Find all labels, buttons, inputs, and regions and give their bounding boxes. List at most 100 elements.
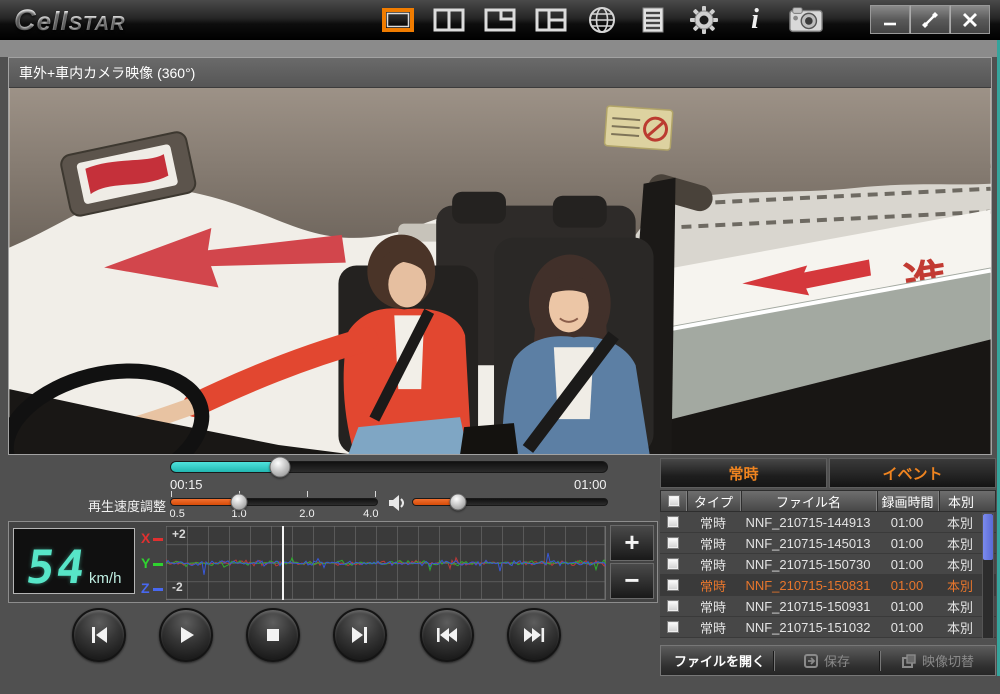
scrollbar-thumb[interactable] bbox=[983, 514, 993, 560]
speed-unit: km/h bbox=[89, 570, 122, 587]
switch-video-button[interactable]: 映像切替 bbox=[880, 646, 995, 675]
speed-adjust-label: 再生速度調整 bbox=[88, 496, 166, 515]
video-title: 車外+車内カメラ映像 (360°) bbox=[9, 58, 991, 88]
table-row[interactable]: 常時 NNF_210715-150730 01:00 本別 bbox=[660, 554, 996, 575]
axis-y-dash bbox=[153, 563, 163, 566]
logo-text: C bbox=[14, 4, 37, 37]
save-button[interactable]: 保存 bbox=[774, 646, 879, 675]
window-controls bbox=[870, 5, 990, 34]
speed-tick bbox=[171, 491, 172, 497]
seek-handle[interactable] bbox=[270, 457, 291, 478]
file-table: タイプ ファイル名 録画時間 本別 常時 NNF_210715-144913 0… bbox=[660, 490, 996, 638]
row-checkbox[interactable] bbox=[667, 537, 679, 549]
table-row[interactable]: 常時 NNF_210715-150931 01:00 本別 bbox=[660, 596, 996, 617]
row-duration: 01:00 bbox=[876, 575, 938, 595]
volume-icon bbox=[388, 494, 408, 517]
file-tabs: 常時 イベント bbox=[660, 458, 996, 488]
minimize-button[interactable] bbox=[870, 5, 910, 34]
close-button[interactable] bbox=[950, 5, 990, 34]
speed-tick-label: 0.5 bbox=[170, 508, 185, 520]
video-player[interactable]: 進 bbox=[9, 88, 991, 454]
dual-view-button[interactable] bbox=[431, 5, 467, 35]
table-row[interactable]: 常時 NNF_210715-145013 01:00 本別 bbox=[660, 533, 996, 554]
row-filename: NNF_210715-150931 bbox=[740, 596, 876, 616]
row-checkbox[interactable] bbox=[667, 600, 679, 612]
table-body: 常時 NNF_210715-144913 01:00 本別 常時 NNF_210… bbox=[660, 512, 996, 638]
app-window: CellSTAR bbox=[0, 0, 1000, 694]
speed-value: 54 bbox=[24, 547, 89, 587]
gsensor-panel: 54 km/h X Y Z +2 -2 + − bbox=[8, 521, 658, 603]
row-storage: 本別 bbox=[938, 617, 982, 637]
axis-y-label: Y bbox=[141, 555, 163, 571]
row-type: 常時 bbox=[686, 575, 740, 595]
globe-icon bbox=[587, 5, 617, 35]
seek-fill bbox=[171, 462, 280, 472]
next-frame-button[interactable] bbox=[333, 608, 387, 662]
bottom-strip bbox=[0, 676, 1000, 694]
settings-button[interactable] bbox=[686, 5, 722, 35]
table-row[interactable]: 常時 NNF_210715-151032 01:00 本別 bbox=[660, 617, 996, 638]
multi-view-button[interactable] bbox=[533, 5, 569, 35]
capture-button[interactable] bbox=[788, 5, 824, 35]
speed-slider[interactable]: 0.5 1.0 2.0 4.0 bbox=[170, 498, 378, 506]
video-section: 車外+車内カメラ映像 (360°) bbox=[8, 57, 992, 455]
file-action-bar: ファイルを開く 保存 映像切替 bbox=[660, 645, 996, 676]
frame-band bbox=[0, 40, 1000, 57]
play-button[interactable] bbox=[159, 608, 213, 662]
gear-icon bbox=[688, 4, 720, 36]
next-file-icon bbox=[521, 623, 547, 647]
open-file-button[interactable]: ファイルを開く bbox=[661, 646, 773, 675]
title-bar: CellSTAR bbox=[0, 0, 1000, 40]
row-duration: 01:00 bbox=[876, 596, 938, 616]
speed-handle[interactable] bbox=[230, 494, 247, 511]
row-checkbox[interactable] bbox=[667, 579, 679, 591]
seek-bar[interactable] bbox=[170, 461, 608, 473]
camera-icon bbox=[788, 5, 824, 35]
tab-always[interactable]: 常時 bbox=[660, 458, 827, 488]
single-view-button[interactable] bbox=[380, 5, 416, 35]
prev-frame-icon bbox=[87, 623, 111, 647]
row-storage: 本別 bbox=[938, 554, 982, 574]
graph-zoom-in-button[interactable]: + bbox=[610, 525, 654, 561]
volume-handle[interactable] bbox=[449, 494, 466, 511]
volume-slider[interactable] bbox=[412, 498, 608, 506]
speed-tick-label: 4.0 bbox=[363, 508, 378, 520]
prev-file-icon bbox=[434, 623, 460, 647]
table-row[interactable]: 常時 NNF_210715-150831 01:00 本別 bbox=[660, 575, 996, 596]
stop-button[interactable] bbox=[246, 608, 300, 662]
maximize-button[interactable] bbox=[910, 5, 950, 34]
switch-video-icon bbox=[901, 653, 917, 669]
graph-zoom-out-button[interactable]: − bbox=[610, 563, 654, 599]
next-frame-icon bbox=[348, 623, 372, 647]
pip-view-icon bbox=[483, 7, 517, 33]
table-scrollbar[interactable] bbox=[982, 513, 994, 639]
row-checkbox[interactable] bbox=[667, 558, 679, 570]
map-button[interactable] bbox=[584, 5, 620, 35]
col-filename: ファイル名 bbox=[741, 491, 877, 511]
row-duration: 01:00 bbox=[876, 554, 938, 574]
speed-fill bbox=[171, 499, 239, 505]
prev-frame-button[interactable] bbox=[72, 608, 126, 662]
pip-view-button[interactable] bbox=[482, 5, 518, 35]
transport-controls bbox=[72, 608, 592, 668]
info-icon: i bbox=[751, 7, 759, 33]
row-storage: 本別 bbox=[938, 533, 982, 553]
select-all-checkbox[interactable] bbox=[668, 495, 680, 507]
row-storage: 本別 bbox=[938, 575, 982, 595]
row-filename: NNF_210715-150730 bbox=[740, 554, 876, 574]
table-row[interactable]: 常時 NNF_210715-144913 01:00 本別 bbox=[660, 512, 996, 533]
row-checkbox[interactable] bbox=[667, 621, 679, 633]
info-button[interactable]: i bbox=[737, 5, 773, 35]
prev-file-button[interactable] bbox=[420, 608, 474, 662]
view-toolbar: i bbox=[380, 3, 824, 37]
gsensor-graph bbox=[166, 526, 606, 600]
axis-z-label: Z bbox=[141, 580, 163, 596]
stop-icon bbox=[261, 623, 285, 647]
close-icon bbox=[961, 11, 979, 29]
file-list-button[interactable] bbox=[635, 5, 671, 35]
col-storage: 本別 bbox=[939, 491, 983, 511]
g-max-label: +2 bbox=[172, 527, 186, 541]
row-checkbox[interactable] bbox=[667, 516, 679, 528]
tab-event[interactable]: イベント bbox=[829, 458, 996, 488]
next-file-button[interactable] bbox=[507, 608, 561, 662]
